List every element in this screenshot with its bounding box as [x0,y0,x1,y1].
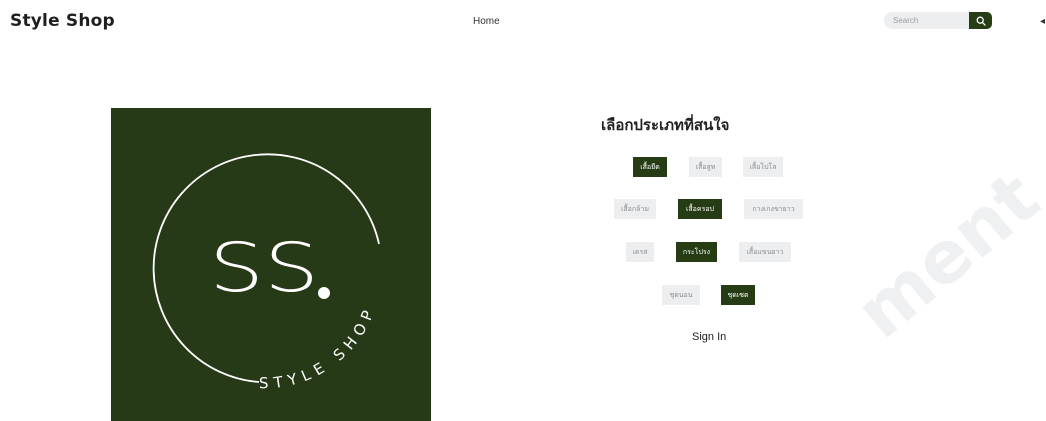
logo-dot [318,287,330,299]
chip-skirt[interactable]: กระโปรง [676,242,717,262]
nav-home-link[interactable]: Home [473,16,500,27]
brand-logo-text[interactable]: Style Shop [10,11,115,31]
store-logo: SS STYLE SHOP [152,153,380,393]
chip-set[interactable]: ชุดเซต [721,285,755,305]
chip-tank-top[interactable]: เสื้อกล้าม [614,199,656,219]
logo-image: SS STYLE SHOP [111,108,431,421]
chip-tshirt[interactable]: เสื้อยืด [633,157,667,177]
chip-polo[interactable]: เสื้อโปโล [743,157,783,177]
search-icon [976,16,986,26]
search-button[interactable] [969,12,992,29]
search-bar [884,12,992,29]
sign-in-link[interactable]: Sign In [692,331,726,343]
chip-long-pants[interactable]: กางเกงขายาว [744,199,803,219]
watermark-text: ment [840,155,1046,355]
chip-dress[interactable]: เดรส [626,242,654,262]
logo-tagline: STYLE SHOP [259,303,380,393]
chip-long-sleeve[interactable]: เสื้อแขนยาว [739,242,791,262]
cart-icon[interactable]: ◂ [1040,17,1045,27]
chip-suit[interactable]: เสื้อสูท [689,157,722,177]
chip-crop-top[interactable]: เสื้อครอป [678,199,722,219]
category-title: เลือกประเภทที่สนใจ [601,116,730,134]
logo-monogram: SS [209,229,319,308]
chip-pajamas[interactable]: ชุดนอน [662,285,700,305]
